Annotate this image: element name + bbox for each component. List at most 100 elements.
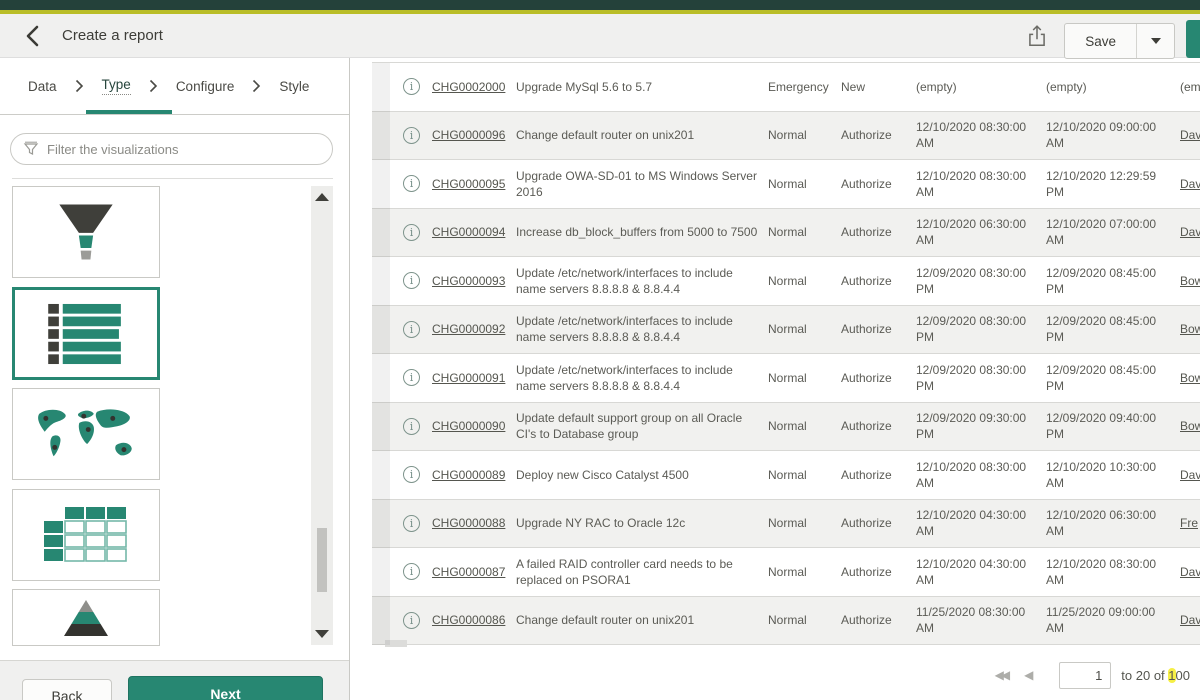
chevron-right-icon: [149, 79, 158, 93]
info-icon[interactable]: [403, 515, 420, 532]
assignee-link[interactable]: Bow: [1180, 273, 1200, 289]
change-type-cell: Normal: [768, 160, 841, 208]
info-icon[interactable]: [403, 612, 420, 629]
planned-start-date-cell: 12/09/2020 09:30:00 PM: [916, 403, 1046, 451]
short-description-cell: A failed RAID controller card needs to b…: [516, 548, 768, 596]
change-number-link[interactable]: CHG0000089: [432, 467, 505, 483]
change-table-body: CHG0002000 Upgrade MySql 5.6 to 5.7 Emer…: [372, 63, 1200, 645]
save-dropdown-button[interactable]: [1136, 24, 1174, 58]
viz-card-list[interactable]: [12, 287, 160, 380]
change-type-cell: Normal: [768, 451, 841, 499]
assignee-link[interactable]: Dav: [1180, 176, 1200, 192]
assignee-link[interactable]: Fre: [1180, 515, 1198, 531]
change-state-cell: Authorize: [841, 597, 916, 645]
list-chart-icon: [48, 303, 124, 365]
info-icon[interactable]: [403, 563, 420, 580]
world-map-icon: [30, 405, 142, 463]
planned-end-date-cell: 12/09/2020 08:45:00 PM: [1046, 257, 1178, 305]
planned-start-date-cell: 12/10/2020 08:30:00 AM: [916, 112, 1046, 160]
change-number-link[interactable]: CHG0000093: [432, 273, 505, 289]
assignee-cell: Dav: [1178, 548, 1200, 596]
pagination-total: 100: [1168, 668, 1190, 683]
first-page-icon[interactable]: ◀◀: [995, 668, 1007, 682]
info-icon[interactable]: [403, 224, 420, 241]
change-type-cell: Normal: [768, 500, 841, 548]
table-row: CHG0000095 Upgrade OWA-SD-01 to MS Windo…: [372, 160, 1200, 209]
table-chart-icon: [44, 505, 128, 565]
change-number-link[interactable]: CHG0000092: [432, 321, 505, 337]
short-description-cell: Update /etc/network/interfaces to includ…: [516, 306, 768, 354]
planned-end-date-cell: 12/10/2020 10:30:00 AM: [1046, 451, 1178, 499]
change-number-cell: CHG0000094: [432, 209, 516, 257]
next-button[interactable]: Next: [128, 676, 323, 700]
step-configure[interactable]: Configure: [176, 79, 235, 94]
share-icon[interactable]: [1026, 24, 1050, 50]
assignee-link[interactable]: Dav: [1180, 224, 1200, 240]
change-type-cell: Normal: [768, 354, 841, 402]
info-icon[interactable]: [403, 272, 420, 289]
viz-card-funnel[interactable]: [12, 186, 160, 278]
filter-input[interactable]: [47, 142, 320, 157]
change-number-cell: CHG0000090: [432, 403, 516, 451]
funnel-chart-icon: [54, 198, 118, 266]
edge-primary-button-partial[interactable]: [1186, 20, 1200, 58]
change-number-cell: CHG0000088: [432, 500, 516, 548]
info-icon[interactable]: [403, 127, 420, 144]
visualization-scrollbar[interactable]: [311, 186, 333, 645]
change-number-link[interactable]: CHG0000086: [432, 612, 505, 628]
back-button[interactable]: Back: [22, 679, 112, 700]
viz-card-pyramid[interactable]: [12, 589, 160, 646]
assignee-link[interactable]: Bow: [1180, 418, 1200, 434]
change-number-link[interactable]: CHG0000087: [432, 564, 505, 580]
assignee-link[interactable]: Dav: [1180, 564, 1200, 580]
previous-page-icon[interactable]: ◀: [1024, 668, 1033, 682]
change-number-cell: CHG0000095: [432, 160, 516, 208]
assignee-link[interactable]: Dav: [1180, 127, 1200, 143]
step-style[interactable]: Style: [279, 79, 309, 94]
planned-end-date-cell: (empty): [1046, 63, 1178, 111]
visualization-list: [12, 186, 160, 646]
change-type-cell: Normal: [768, 306, 841, 354]
planned-start-date-cell: 12/10/2020 04:30:00 AM: [916, 548, 1046, 596]
info-icon[interactable]: [403, 175, 420, 192]
info-icon[interactable]: [403, 78, 420, 95]
info-icon[interactable]: [403, 466, 420, 483]
change-number-link[interactable]: CHG0000095: [432, 176, 505, 192]
assignee-link[interactable]: Bow: [1180, 321, 1200, 337]
assignee-cell: Fre: [1178, 500, 1200, 548]
viz-card-map[interactable]: [12, 388, 160, 480]
step-type[interactable]: Type: [102, 77, 131, 95]
pagination-range-text: to 20 of 100: [1121, 668, 1190, 683]
save-button[interactable]: Save: [1065, 24, 1136, 58]
scrollbar-thumb[interactable]: [317, 528, 327, 592]
step-data[interactable]: Data: [28, 79, 57, 94]
change-state-cell: Authorize: [841, 257, 916, 305]
change-type-cell: Normal: [768, 209, 841, 257]
change-type-cell: Emergency: [768, 63, 841, 111]
assignee-link[interactable]: Dav: [1180, 612, 1200, 628]
assignee-link[interactable]: Bow: [1180, 370, 1200, 386]
back-chevron-icon[interactable]: [24, 24, 42, 48]
change-number-link[interactable]: CHG0000091: [432, 370, 505, 386]
assignee-link[interactable]: (em: [1180, 79, 1200, 95]
info-icon[interactable]: [403, 418, 420, 435]
change-number-link[interactable]: CHG0000088: [432, 515, 505, 531]
info-icon[interactable]: [403, 369, 420, 386]
page-number-input[interactable]: [1059, 662, 1111, 689]
change-number-link[interactable]: CHG0000090: [432, 418, 505, 434]
change-number-link[interactable]: CHG0000094: [432, 224, 505, 240]
planned-end-date-cell: 12/09/2020 08:45:00 PM: [1046, 354, 1178, 402]
scroll-down-icon[interactable]: [315, 630, 329, 638]
change-number-link[interactable]: CHG0000096: [432, 127, 505, 143]
short-description-cell: Upgrade MySql 5.6 to 5.7: [516, 63, 768, 111]
scroll-up-icon[interactable]: [315, 193, 329, 201]
planned-end-date-cell: 12/09/2020 09:40:00 PM: [1046, 403, 1178, 451]
change-state-cell: Authorize: [841, 112, 916, 160]
change-state-cell: Authorize: [841, 354, 916, 402]
planned-end-date-cell: 12/09/2020 08:45:00 PM: [1046, 306, 1178, 354]
assignee-link[interactable]: Dav: [1180, 467, 1200, 483]
viz-card-table[interactable]: [12, 489, 160, 581]
info-icon[interactable]: [403, 321, 420, 338]
change-number-link[interactable]: CHG0002000: [432, 79, 505, 95]
table-row: CHG0000086 Change default router on unix…: [372, 597, 1200, 646]
